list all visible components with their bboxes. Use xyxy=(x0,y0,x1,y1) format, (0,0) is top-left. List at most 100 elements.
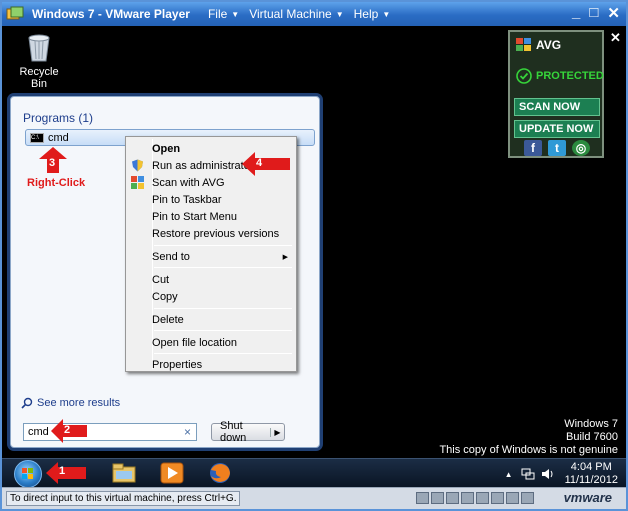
windows-logo-icon xyxy=(22,468,33,479)
minimize-button[interactable]: _ xyxy=(572,4,580,22)
program-item-label: cmd xyxy=(48,131,69,144)
community-icon[interactable]: ◎ xyxy=(572,140,590,156)
menu-item-properties-label: Properties xyxy=(152,358,203,371)
twitter-icon[interactable]: t xyxy=(548,140,566,156)
menu-item-open-file-location-label: Open file location xyxy=(152,336,237,349)
clock-time: 4:04 PM xyxy=(570,461,612,473)
avg-logo-icon xyxy=(516,38,531,51)
vmware-player-window: Windows 7 - VMware Player File ▼ Virtual … xyxy=(0,0,628,511)
recycle-bin-label: Recycle Bin xyxy=(19,66,59,90)
menu-separator xyxy=(154,330,292,331)
menu-item-scan-with-avg-label: Scan with AVG xyxy=(152,176,225,189)
check-circle-icon xyxy=(516,68,532,84)
printer-icon[interactable] xyxy=(491,492,504,504)
menu-item-pin-to-start-menu-label: Pin to Start Menu xyxy=(152,210,237,223)
hard-disk-icon[interactable] xyxy=(416,492,429,504)
shut-down-options-arrow-icon[interactable]: ▶ xyxy=(270,427,284,437)
avg-update-now-button[interactable]: UPDATE NOW xyxy=(514,120,600,138)
avg-social-links: f t ◎ xyxy=(524,140,596,156)
search-icon xyxy=(21,397,33,409)
menu-help[interactable]: Help ▼ xyxy=(354,7,391,21)
shut-down-button[interactable]: Shut down ▶ xyxy=(211,420,285,444)
cd-drive-icon[interactable] xyxy=(431,492,444,504)
menu-item-open-file-location[interactable]: Open file location xyxy=(128,334,294,351)
sound-icon[interactable] xyxy=(506,492,519,504)
search-input[interactable]: cmd × xyxy=(23,423,197,441)
avg-close-button[interactable]: ✕ xyxy=(610,30,621,46)
avg-brand-label: AVG xyxy=(536,38,562,52)
start-button[interactable] xyxy=(14,460,42,488)
avg-status-label: PROTECTED xyxy=(536,70,604,82)
cmd-icon: C:\ xyxy=(30,132,44,143)
chevron-down-icon: ▼ xyxy=(382,9,391,19)
media-player-icon[interactable] xyxy=(160,462,184,484)
annotation-right-click: Right-Click xyxy=(27,177,86,189)
menu-item-cut[interactable]: Cut xyxy=(128,271,294,288)
menu-separator xyxy=(154,267,292,268)
annotation-step-4: 4 xyxy=(256,157,263,169)
facebook-icon[interactable]: f xyxy=(524,140,542,156)
volume-icon[interactable] xyxy=(541,468,555,480)
menu-help-label: Help xyxy=(353,7,379,21)
message-icon[interactable] xyxy=(521,492,534,504)
avg-icon xyxy=(131,176,144,189)
menu-item-delete[interactable]: Delete xyxy=(128,311,294,328)
shield-icon xyxy=(132,159,143,172)
menu-item-copy-label: Copy xyxy=(152,290,178,303)
menu-item-send-to[interactable]: Send to ▶ xyxy=(128,248,294,265)
menu-file-label: File xyxy=(207,7,228,21)
floppy-icon[interactable] xyxy=(446,492,459,504)
menu-item-restore-previous-versions[interactable]: Restore previous versions xyxy=(128,225,294,242)
device-icons xyxy=(416,492,536,504)
windows-explorer-icon[interactable] xyxy=(112,462,136,484)
menu-separator xyxy=(154,245,292,246)
menu-virtual-machine-label: Virtual Machine xyxy=(249,7,332,21)
menu-virtual-machine[interactable]: Virtual Machine ▼ xyxy=(249,7,343,21)
menu-file[interactable]: File ▼ xyxy=(208,7,239,21)
clear-search-button[interactable]: × xyxy=(184,425,191,439)
menu-item-copy[interactable]: Copy xyxy=(128,288,294,305)
system-tray: ▲ 4:04 PM 11/11/2012 xyxy=(505,461,618,487)
firefox-icon[interactable] xyxy=(208,462,232,484)
close-button[interactable]: ✕ xyxy=(607,4,620,22)
shut-down-label: Shut down xyxy=(220,420,247,444)
chevron-down-icon: ▼ xyxy=(231,9,240,19)
avg-widget: AVG PROTECTED SCAN NOW UPDATE NOW f t ◎ xyxy=(508,30,604,158)
window-controls: _ □ ✕ xyxy=(563,4,620,22)
title-bar: Windows 7 - VMware Player File ▼ Virtual … xyxy=(2,2,626,26)
search-input-value: cmd xyxy=(28,426,49,438)
menu-separator xyxy=(154,353,292,354)
avg-scan-now-button[interactable]: SCAN NOW xyxy=(514,98,600,116)
menu-item-open-label: Open xyxy=(152,142,181,155)
menu-item-send-to-label: Send to xyxy=(152,250,190,263)
vmware-status-bar: To direct input to this virtual machine,… xyxy=(2,487,626,509)
menu-separator xyxy=(154,308,292,309)
annotation-arrow-left-icon xyxy=(46,462,86,484)
genuine-line-os: Windows 7 xyxy=(564,418,618,430)
menu-item-run-as-administrator-label: Run as administrator xyxy=(152,159,254,172)
genuine-line-warning: This copy of Windows is not genuine xyxy=(439,444,618,456)
usb-icon[interactable] xyxy=(476,492,489,504)
menu-item-scan-with-avg[interactable]: Scan with AVG xyxy=(128,174,294,191)
menu-item-properties[interactable]: Properties xyxy=(128,356,294,373)
menu-item-restore-previous-versions-label: Restore previous versions xyxy=(152,227,280,240)
annotation-step-3: 3 xyxy=(49,157,56,169)
maximize-button[interactable]: □ xyxy=(589,4,598,22)
programs-header: Programs (1) xyxy=(23,111,94,125)
menu-item-pin-to-taskbar-label: Pin to Taskbar xyxy=(152,193,222,206)
menu-item-delete-label: Delete xyxy=(152,313,184,326)
show-hidden-icons-button[interactable]: ▲ xyxy=(505,470,513,479)
menu-bar: File ▼ Virtual Machine ▼ Help ▼ xyxy=(208,7,400,21)
chevron-down-icon: ▼ xyxy=(335,9,344,19)
menu-item-pin-to-taskbar[interactable]: Pin to Taskbar xyxy=(128,191,294,208)
clock[interactable]: 4:04 PM 11/11/2012 xyxy=(565,461,618,487)
network-adapter-icon[interactable] xyxy=(461,492,474,504)
recycle-bin[interactable]: Recycle Bin xyxy=(12,32,66,90)
guest-desktop[interactable]: Recycle Bin Programs (1) C:\ cmd 3 Right… xyxy=(2,26,626,488)
annotation-arrow-left-icon xyxy=(242,152,290,176)
menu-item-pin-to-start-menu[interactable]: Pin to Start Menu xyxy=(128,208,294,225)
vmware-app-icon xyxy=(6,6,24,20)
see-more-results[interactable]: See more results xyxy=(21,397,120,409)
windows-genuine-notice: Windows 7 Build 7600 This copy of Window… xyxy=(439,418,618,457)
network-icon[interactable] xyxy=(521,468,535,480)
